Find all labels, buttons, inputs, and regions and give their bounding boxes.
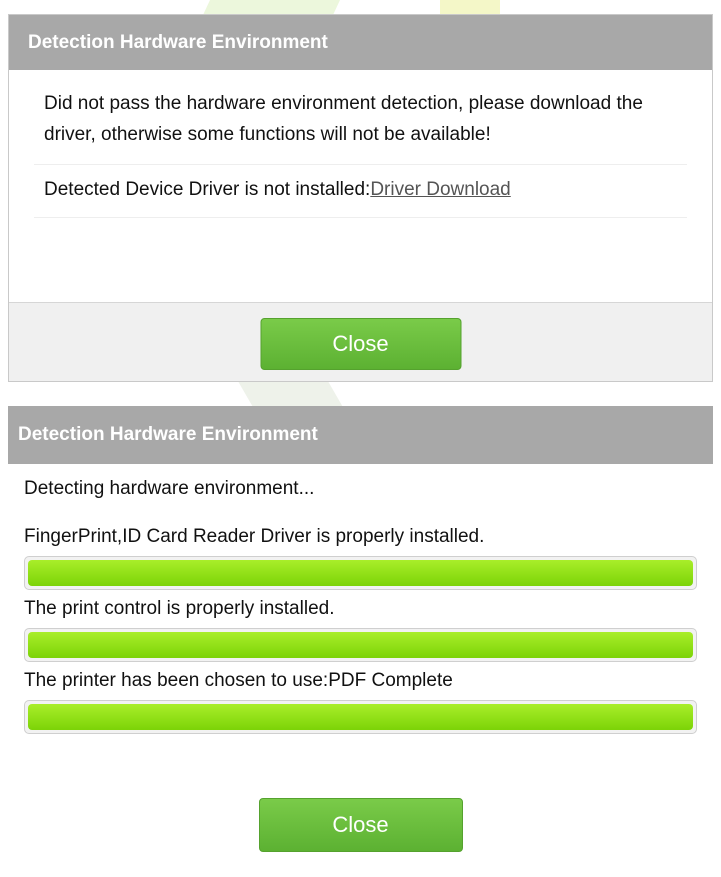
progress-bar-fill — [28, 704, 693, 730]
check-label: FingerPrint,ID Card Reader Driver is pro… — [24, 526, 485, 547]
hardware-detection-dialog: Detection Hardware Environment Detecting… — [8, 406, 713, 871]
dialog-body: Detecting hardware environment... Finger… — [8, 464, 713, 734]
dialog-footer: Close — [8, 778, 713, 871]
driver-download-link[interactable]: Driver Download — [370, 179, 510, 200]
dialog-body: Did not pass the hardware environment de… — [9, 70, 712, 218]
dialog-title: Detection Hardware Environment — [9, 15, 712, 70]
detecting-status: Detecting hardware environment... — [24, 478, 315, 499]
check-label: The print control is properly installed. — [24, 598, 335, 619]
progress-bar — [24, 700, 697, 734]
close-button[interactable]: Close — [258, 798, 463, 852]
driver-missing-dialog: Detection Hardware Environment Did not p… — [8, 14, 713, 382]
close-button[interactable]: Close — [260, 318, 461, 370]
progress-bar-fill — [28, 560, 693, 586]
page: Detection Hardware Environment Did not p… — [0, 0, 721, 877]
dialog-title: Detection Hardware Environment — [8, 406, 713, 464]
progress-bar — [24, 556, 697, 590]
watermark-stroke — [440, 0, 500, 14]
detection-status-text: Detected Device Driver is not installed: — [44, 179, 371, 200]
progress-bar-fill — [28, 632, 693, 658]
dialog-footer: Close — [9, 302, 712, 381]
check-label: The printer has been chosen to use:PDF C… — [24, 670, 453, 691]
progress-bar — [24, 628, 697, 662]
warning-message: Did not pass the hardware environment de… — [34, 88, 687, 165]
detection-status: Detected Device Driver is not installed:… — [34, 165, 687, 218]
